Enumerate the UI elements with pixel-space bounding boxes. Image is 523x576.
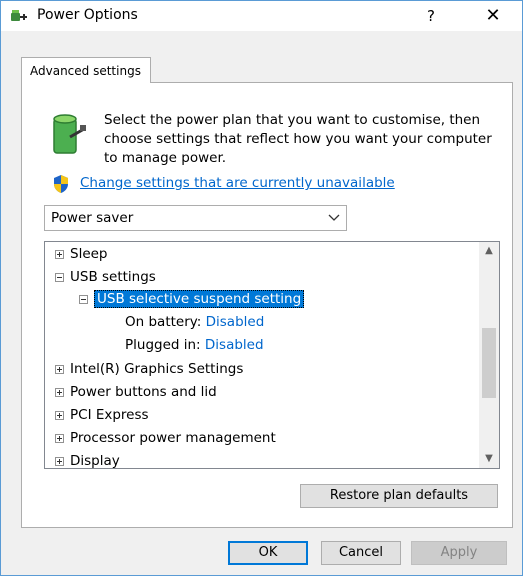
tree-item-intel-graphics[interactable]: Intel(R) Graphics Settings bbox=[55, 358, 243, 380]
apply-button[interactable]: Apply bbox=[411, 541, 507, 565]
tree-item-power-buttons[interactable]: Power buttons and lid bbox=[55, 381, 217, 403]
collapse-icon[interactable] bbox=[79, 295, 88, 304]
chevron-down-icon bbox=[328, 214, 340, 221]
change-settings-link[interactable]: Change settings that are currently unava… bbox=[80, 175, 395, 191]
expand-icon[interactable] bbox=[55, 365, 64, 374]
tree-scrollbar[interactable]: ▲ ▼ bbox=[479, 242, 499, 468]
tree-item-label-selected: USB selective suspend setting bbox=[94, 290, 305, 308]
settings-tree[interactable]: Sleep USB settings USB selective suspend… bbox=[44, 241, 500, 469]
tab-advanced-settings[interactable]: Advanced settings bbox=[21, 57, 151, 83]
help-button[interactable]: ? bbox=[411, 4, 451, 28]
tree-item-usb-settings[interactable]: USB settings bbox=[55, 266, 156, 288]
ok-button[interactable]: OK bbox=[228, 541, 308, 565]
close-button[interactable]: ✕ bbox=[473, 4, 513, 28]
title-bar: Power Options ? ✕ bbox=[1, 1, 522, 31]
on-battery-value-link[interactable]: Disabled bbox=[206, 314, 265, 330]
tree-item-usb-selective-suspend[interactable]: USB selective suspend setting bbox=[79, 288, 305, 310]
collapse-icon[interactable] bbox=[55, 273, 64, 282]
tree-item-label: USB settings bbox=[70, 269, 156, 285]
setting-label: Plugged in: bbox=[125, 337, 201, 353]
uac-shield-icon bbox=[54, 175, 68, 193]
battery-plug-icon bbox=[53, 114, 86, 154]
tree-item-label: Sleep bbox=[70, 246, 108, 262]
expand-icon[interactable] bbox=[55, 388, 64, 397]
power-plan-value: Power saver bbox=[51, 210, 134, 226]
tree-item-label: Processor power management bbox=[70, 430, 276, 446]
advanced-settings-panel: Select the power plan that you want to c… bbox=[21, 82, 513, 528]
power-plan-dropdown[interactable]: Power saver bbox=[44, 205, 347, 231]
tree-item-sleep[interactable]: Sleep bbox=[55, 243, 108, 265]
tree-item-label: Display bbox=[70, 453, 120, 469]
scrollbar-thumb[interactable] bbox=[482, 328, 496, 398]
power-options-icon bbox=[11, 10, 27, 21]
tree-item-display[interactable]: Display bbox=[55, 450, 120, 469]
tree-item-label: PCI Express bbox=[70, 407, 149, 423]
scroll-down-arrow-icon[interactable]: ▼ bbox=[479, 450, 499, 468]
expand-icon[interactable] bbox=[55, 411, 64, 420]
power-options-window: Power Options ? ✕ Advanced settings Sele… bbox=[0, 0, 523, 576]
tree-item-on-battery[interactable]: On battery: Disabled bbox=[125, 311, 264, 333]
setting-label: On battery: bbox=[125, 314, 202, 330]
tree-item-processor[interactable]: Processor power management bbox=[55, 427, 276, 449]
plugged-in-value-link[interactable]: Disabled bbox=[205, 337, 264, 353]
tree-item-label: Power buttons and lid bbox=[70, 384, 217, 400]
tree-item-pci-express[interactable]: PCI Express bbox=[55, 404, 149, 426]
cancel-button[interactable]: Cancel bbox=[321, 541, 401, 565]
expand-icon[interactable] bbox=[55, 250, 64, 259]
window-title: Power Options bbox=[37, 7, 138, 23]
expand-icon[interactable] bbox=[55, 457, 64, 466]
tree-item-plugged-in[interactable]: Plugged in: Disabled bbox=[125, 334, 264, 356]
expand-icon[interactable] bbox=[55, 434, 64, 443]
scroll-up-arrow-icon[interactable]: ▲ bbox=[479, 242, 499, 260]
tree-item-label: Intel(R) Graphics Settings bbox=[70, 361, 244, 377]
plan-description: Select the power plan that you want to c… bbox=[104, 112, 492, 166]
restore-plan-defaults-button[interactable]: Restore plan defaults bbox=[300, 484, 498, 508]
